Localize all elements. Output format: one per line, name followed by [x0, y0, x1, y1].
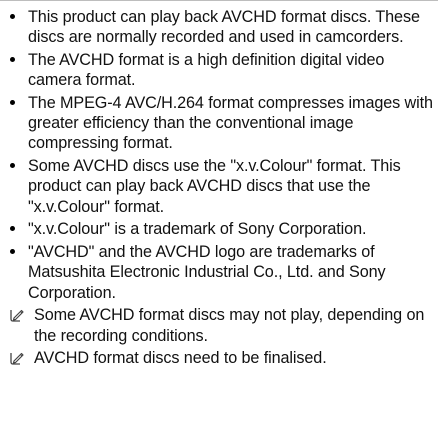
- bullet-item: This product can play back AVCHD format …: [8, 7, 434, 47]
- bullet-dot: [10, 163, 15, 169]
- top-divider: [0, 0, 438, 1]
- note-item: AVCHD format discs need to be finalised.: [8, 348, 434, 368]
- bullet-item: "AVCHD" and the AVCHD logo are trademark…: [8, 242, 434, 303]
- note-text: Some AVCHD format discs may not play, de…: [34, 306, 425, 345]
- bullet-dot: [10, 249, 15, 255]
- note-text: AVCHD format discs need to be finalised.: [34, 349, 327, 368]
- bullet-text: Some AVCHD discs use the "x.v.Colour" fo…: [28, 157, 401, 216]
- note-list: Some AVCHD format discs may not play, de…: [8, 305, 434, 368]
- note-pencil-icon: [10, 310, 24, 323]
- document-body: This product can play back AVCHD format …: [8, 7, 434, 371]
- bullet-item: "x.v.Colour" is a trademark of Sony Corp…: [8, 219, 434, 239]
- bullet-dot: [10, 100, 15, 105]
- bullet-text: "AVCHD" and the AVCHD logo are trademark…: [28, 243, 386, 302]
- bullet-dot: [10, 57, 15, 62]
- bullet-text: The AVCHD format is a high definition di…: [28, 51, 385, 90]
- bullet-text: "x.v.Colour" is a trademark of Sony Corp…: [28, 220, 367, 239]
- bullet-dot: [10, 14, 15, 19]
- note-pencil-icon: [10, 353, 24, 366]
- bullet-item: The MPEG-4 AVC/H.264 format compresses i…: [8, 93, 434, 154]
- bullet-dot: [10, 226, 15, 232]
- bullet-item: The AVCHD format is a high definition di…: [8, 50, 434, 90]
- note-item: Some AVCHD format discs may not play, de…: [8, 305, 434, 345]
- bullet-text: This product can play back AVCHD format …: [28, 8, 420, 47]
- bullet-text: The MPEG-4 AVC/H.264 format compresses i…: [28, 94, 433, 153]
- bullet-item: Some AVCHD discs use the "x.v.Colour" fo…: [8, 156, 434, 217]
- bullet-list: This product can play back AVCHD format …: [8, 7, 434, 303]
